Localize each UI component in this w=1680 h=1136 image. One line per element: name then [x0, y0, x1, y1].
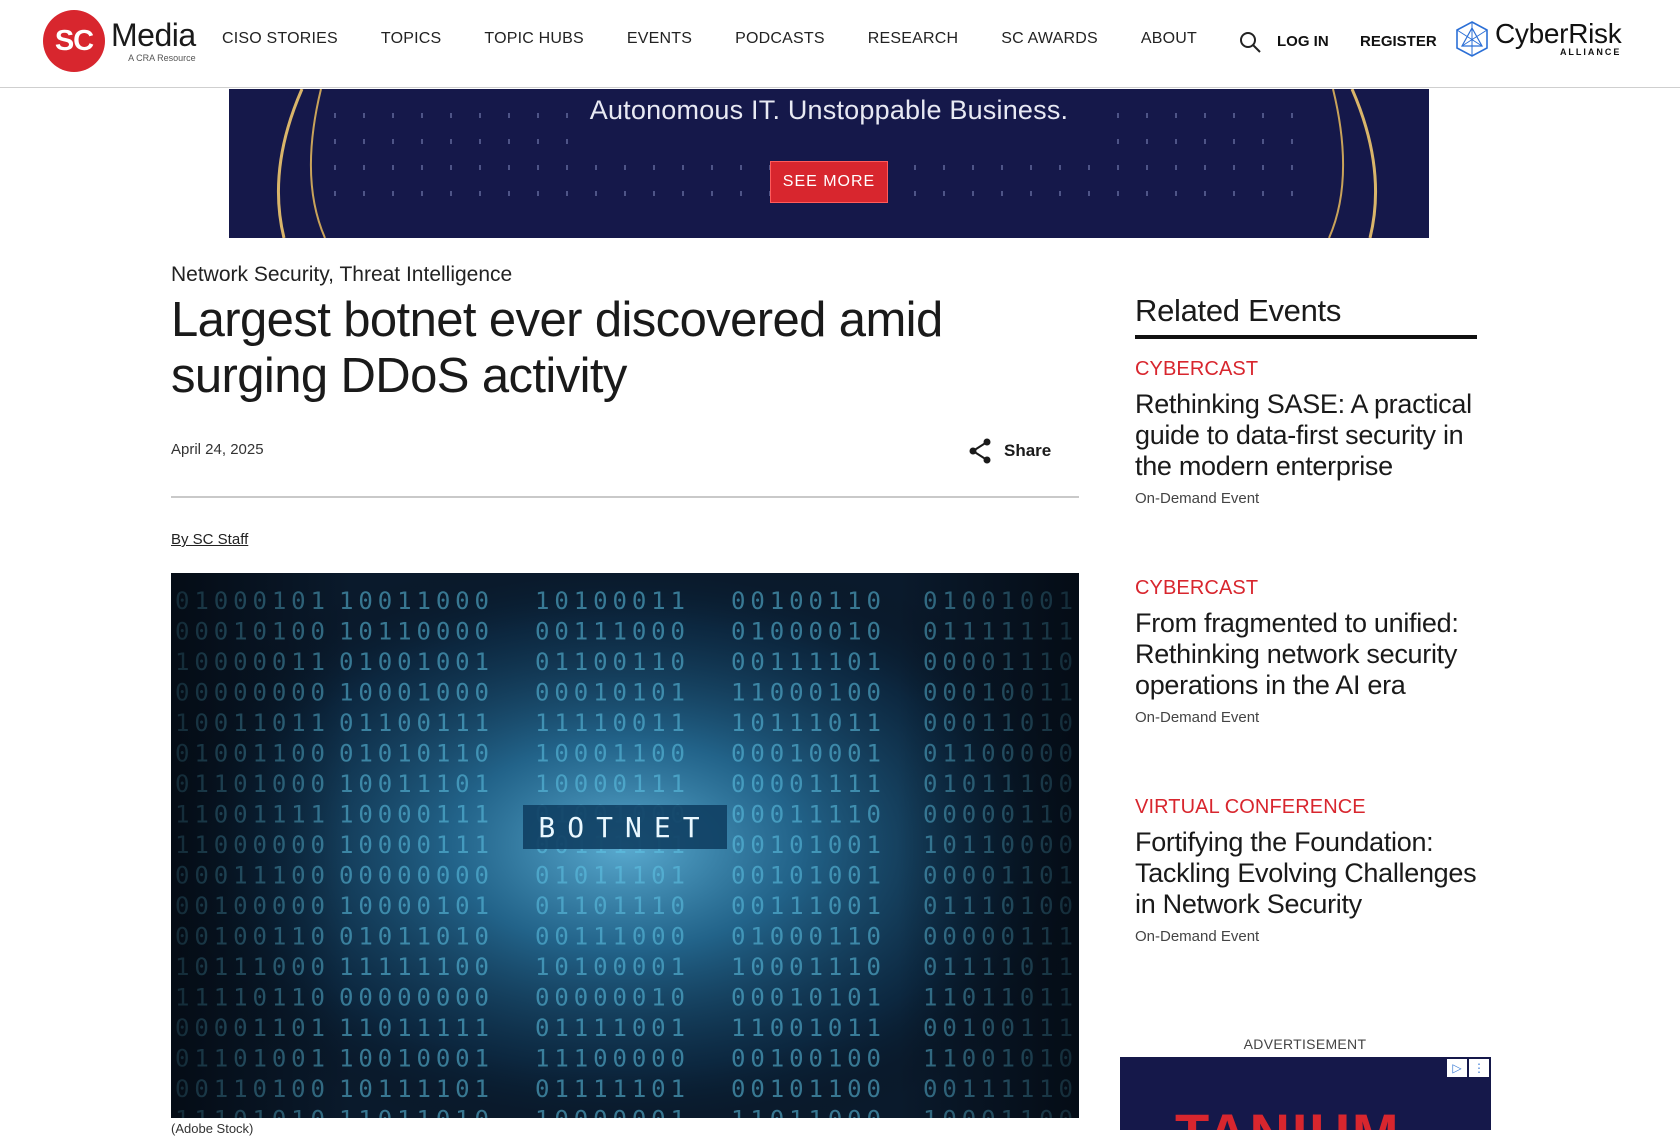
sidebar-ad-brand: TANIUM	[1175, 1101, 1401, 1130]
share-button[interactable]: Share	[968, 438, 1051, 464]
article-hero-image: 0100010110011000101000110010011001001001…	[171, 573, 1079, 1118]
register-link[interactable]: REGISTER	[1360, 33, 1437, 50]
nav-item-sc-awards[interactable]: SC AWARDS	[1001, 30, 1098, 48]
logo-wordmark: Media	[111, 17, 196, 53]
sidebar-advertisement[interactable]: ▷ ⋮ TANIUM	[1120, 1057, 1491, 1130]
related-events-title: Related Events	[1135, 293, 1342, 328]
nav-item-topic-hubs[interactable]: TOPIC HUBS	[484, 30, 584, 48]
search-icon[interactable]	[1238, 30, 1262, 54]
event-type: CYBERCAST	[1135, 577, 1259, 599]
sc-logo-mark: SC	[43, 10, 105, 72]
event-title-link[interactable]: From fragmented to unified: Rethinking n…	[1135, 608, 1480, 701]
logo-subtitle: A CRA Resource	[128, 53, 196, 63]
adchoices-icon[interactable]: ▷	[1447, 1059, 1467, 1077]
event-title-link[interactable]: Rethinking SASE: A practical guide to da…	[1135, 389, 1480, 482]
hero-botnet-word: BOTNET	[538, 811, 711, 844]
nav-item-topics[interactable]: TOPICS	[381, 30, 441, 48]
nav-item-about[interactable]: ABOUT	[1141, 30, 1197, 48]
cyberrisk-alliance-logo[interactable]: CyberRisk ALLIANCE	[1455, 18, 1622, 58]
image-caption: (Adobe Stock)	[171, 1121, 254, 1136]
see-more-button[interactable]: SEE MORE	[770, 161, 888, 203]
nav-item-research[interactable]: RESEARCH	[868, 30, 959, 48]
cyberrisk-globe-icon	[1456, 21, 1488, 57]
botnet-binary-illustration: 0100010110011000101000110010011001001001…	[171, 573, 1079, 1118]
article-categories[interactable]: Network Security, Threat Intelligence	[171, 263, 512, 287]
share-label: Share	[1004, 441, 1052, 460]
event-card[interactable]: CYBERCAST From fragmented to unified: Re…	[1135, 577, 1480, 726]
article-date: April 24, 2025	[171, 441, 264, 458]
cra-subtitle: ALLIANCE	[1559, 47, 1622, 57]
article-headline: Largest botnet ever discovered amid surg…	[171, 293, 943, 403]
related-events-rule	[1135, 335, 1477, 339]
event-availability: On-Demand Event	[1135, 709, 1260, 726]
event-type: VIRTUAL CONFERENCE	[1135, 796, 1366, 818]
nav-item-events[interactable]: EVENTS	[627, 30, 692, 48]
cra-wordmark: CyberRisk	[1495, 18, 1622, 49]
event-title-link[interactable]: Fortifying the Foundation: Tackling Evol…	[1135, 827, 1480, 920]
login-link[interactable]: LOG IN	[1277, 33, 1329, 50]
nav-item-ciso-stories[interactable]: CISO STORIES	[222, 30, 338, 48]
event-type: CYBERCAST	[1135, 358, 1259, 380]
banner-advertisement[interactable]: Autonomous IT. Unstoppable Business. SEE…	[229, 89, 1429, 238]
event-card[interactable]: CYBERCAST Rethinking SASE: A practical g…	[1135, 358, 1480, 507]
advertisement-label: ADVERTISEMENT	[1243, 1036, 1367, 1052]
top-navigation: SC Media A CRA Resource CISO STORIES TOP…	[0, 0, 1680, 88]
ad-options-icon[interactable]: ⋮	[1469, 1059, 1489, 1077]
author-byline[interactable]: By SC Staff	[171, 531, 248, 548]
nav-item-podcasts[interactable]: PODCASTS	[735, 30, 825, 48]
banner-headline: Autonomous IT. Unstoppable Business.	[589, 95, 1069, 125]
event-card[interactable]: VIRTUAL CONFERENCE Fortifying the Founda…	[1135, 796, 1480, 945]
share-icon	[969, 438, 991, 464]
main-menu: CISO STORIES TOPICS TOPIC HUBS EVENTS PO…	[222, 30, 1240, 48]
sc-media-logo[interactable]: SC Media A CRA Resource	[43, 10, 196, 72]
event-availability: On-Demand Event	[1135, 928, 1260, 945]
event-availability: On-Demand Event	[1135, 490, 1260, 507]
article-divider	[171, 496, 1079, 498]
